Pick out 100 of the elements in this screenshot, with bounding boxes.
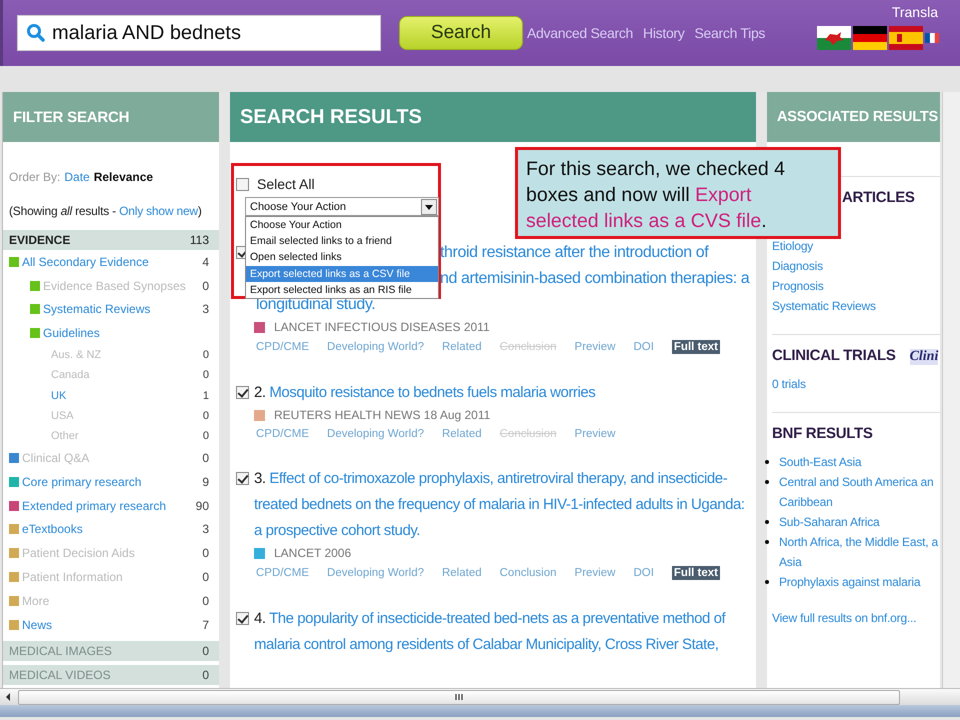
result-count: 4 — [202, 254, 209, 269]
showing-text: ) — [198, 204, 202, 218]
section-row[interactable]: MEDICAL VIDEOS 0 — [3, 664, 219, 684]
select-all-label[interactable]: Select All — [257, 176, 315, 192]
full-text-button[interactable]: Full text — [672, 566, 720, 580]
result-count: 1 — [202, 390, 209, 402]
result-count: 0 — [202, 570, 209, 584]
bnf-link[interactable]: South-East Asia — [779, 452, 862, 472]
result-link[interactable]: CPD/CME — [256, 428, 310, 440]
result-link[interactable]: Related — [442, 428, 482, 440]
result-title[interactable]: nd artemisinin-based combination therapies: a — [440, 266, 750, 292]
full-text-button[interactable]: Full text — [672, 340, 720, 354]
trials-logo: Clini — [910, 349, 938, 365]
result-title[interactable]: 3. Effect of co-trimoxazole prophylaxis, antiretroviral therapy, and insecticide-treated bednets on the frequency of malaria in HIV-1-infected adults in Uganda: a prospective cohort study. — [254, 466, 746, 544]
flag-icon[interactable] — [853, 26, 888, 50]
result-link[interactable]: DOI — [633, 341, 654, 353]
header-link[interactable]: Advanced Search — [527, 25, 634, 41]
action-dropdown[interactable]: Choose Your Action — [245, 197, 439, 216]
bnf-link[interactable]: Sub-Saharan Africa — [779, 512, 880, 532]
bullet-icon — [765, 480, 769, 484]
result-link[interactable]: Conclusion — [500, 567, 557, 579]
article-link[interactable]: Prognosis — [772, 276, 940, 296]
search-icon — [26, 23, 46, 43]
checkbox[interactable] — [236, 178, 249, 190]
annotation-text: For this search, we checked 4 boxes and now will Export selected links as a CVS file. — [526, 158, 786, 232]
only-new-link[interactable]: Only show new — [119, 204, 198, 218]
trials-link[interactable]: 0 trials — [772, 374, 940, 394]
bullet-icon — [765, 520, 769, 524]
filter-link[interactable]: Guidelines — [43, 326, 209, 340]
result-count: 3 — [202, 302, 209, 316]
filter-link[interactable]: News — [22, 618, 202, 632]
dropdown-option[interactable]: Open selected links — [246, 249, 438, 266]
bullet-icon — [765, 460, 769, 464]
horizontal-scrollbar[interactable] — [0, 688, 960, 705]
source-text: LANCET INFECTIOUS DISEASES 2011 — [274, 320, 490, 334]
section-heading: CLINICAL TRIALS — [772, 347, 896, 364]
result-count: 9 — [202, 474, 209, 489]
dropdown-option[interactable]: Choose Your Action — [246, 217, 438, 234]
result-count: 0 — [202, 349, 209, 362]
section-heading: ARTICLES — [842, 189, 916, 206]
search-field[interactable]: malaria AND bednets — [17, 15, 381, 51]
header-link[interactable]: Search Tips — [694, 25, 766, 41]
result-title[interactable]: throid resistance after the introduction of — [440, 240, 750, 266]
scroll-left-icon[interactable] — [4, 692, 12, 702]
result-count: 0 — [202, 369, 209, 382]
order-label: Order By: — [9, 170, 60, 184]
panel-title: FILTER SEARCH — [3, 92, 219, 142]
sort-option[interactable]: Relevance — [94, 170, 154, 184]
result-count: 0 — [202, 410, 209, 422]
result-link[interactable]: Related — [442, 341, 482, 353]
scroll-thumb[interactable] — [18, 690, 900, 704]
article-link[interactable]: Diagnosis — [772, 256, 940, 276]
source-text: REUTERS HEALTH NEWS 18 Aug 2011 — [274, 408, 490, 422]
panel-title: SEARCH RESULTS — [230, 92, 756, 142]
result-link[interactable]: Developing World? — [327, 567, 424, 579]
result-title[interactable]: 2. Mosquito resistance to bednets fuels malaria worries — [254, 380, 746, 406]
checkbox[interactable] — [236, 472, 249, 485]
translate-label[interactable]: Transla — [892, 4, 938, 20]
result-count: 90 — [196, 498, 209, 513]
result-count: 7 — [202, 618, 209, 632]
dropdown-option[interactable]: Export selected links as a CSV file — [246, 266, 438, 282]
header-link[interactable]: History — [643, 25, 684, 41]
result-count: 0 — [202, 278, 209, 293]
result-link[interactable]: DOI — [633, 567, 654, 579]
filter-link[interactable]: UK — [51, 390, 203, 402]
filter-link[interactable]: eTextbooks — [22, 522, 202, 536]
search-button[interactable]: Search — [399, 16, 523, 50]
filter-link[interactable]: Extended primary research — [22, 498, 196, 513]
evidence-row[interactable]: EVIDENCE 113 — [3, 230, 219, 250]
result-count: 3 — [202, 522, 209, 536]
article-link[interactable]: Systematic Reviews — [772, 296, 940, 316]
result-link[interactable]: Preview — [574, 341, 616, 353]
dropdown-option[interactable]: Export selected links as an RIS file — [246, 282, 438, 298]
result-link[interactable]: Preview — [574, 428, 616, 440]
filter-link[interactable]: All Secondary Evidence — [22, 254, 202, 269]
dropdown-option[interactable]: Email selected links to a friend — [246, 233, 438, 250]
flag-icon[interactable] — [817, 26, 852, 50]
sort-option[interactable]: Date — [64, 170, 90, 184]
result-link[interactable]: Developing World? — [327, 428, 424, 440]
filter-link[interactable]: Systematic Reviews — [43, 302, 202, 316]
bnf-link[interactable]: North Africa, the Middle East, a Asia — [779, 532, 938, 572]
section-row[interactable]: MEDICAL IMAGES 0 — [3, 640, 219, 660]
filter-link[interactable]: Core primary research — [22, 474, 202, 489]
result-link[interactable]: CPD/CME — [256, 567, 310, 579]
result-title[interactable]: 4. The popularity of insecticide-treated bed-nets as a preventative method of malaria control among residents of Calabar Municipality, Cross River State, — [254, 606, 746, 658]
vertical-scrollbar[interactable] — [942, 92, 960, 688]
grip-icon — [454, 692, 464, 702]
showing-text: (Showing all results - — [9, 204, 117, 218]
checkbox[interactable] — [236, 386, 249, 399]
bnf-link[interactable]: Central and South America an Caribbean — [779, 472, 934, 512]
result-link[interactable]: Related — [442, 567, 482, 579]
result-link[interactable]: Preview — [574, 567, 616, 579]
panel-title: ASSOCIATED RESULTS — [767, 92, 940, 142]
result-count: 0 — [202, 451, 209, 466]
bnf-link[interactable]: Prophylaxis against malaria — [779, 572, 920, 592]
article-link[interactable]: Etiology — [772, 236, 940, 256]
bnf-more-link[interactable]: View full results on bnf.org... — [772, 608, 940, 628]
checkbox[interactable] — [236, 612, 249, 625]
result-link[interactable]: Developing World? — [327, 341, 424, 353]
result-link[interactable]: CPD/CME — [256, 341, 310, 353]
